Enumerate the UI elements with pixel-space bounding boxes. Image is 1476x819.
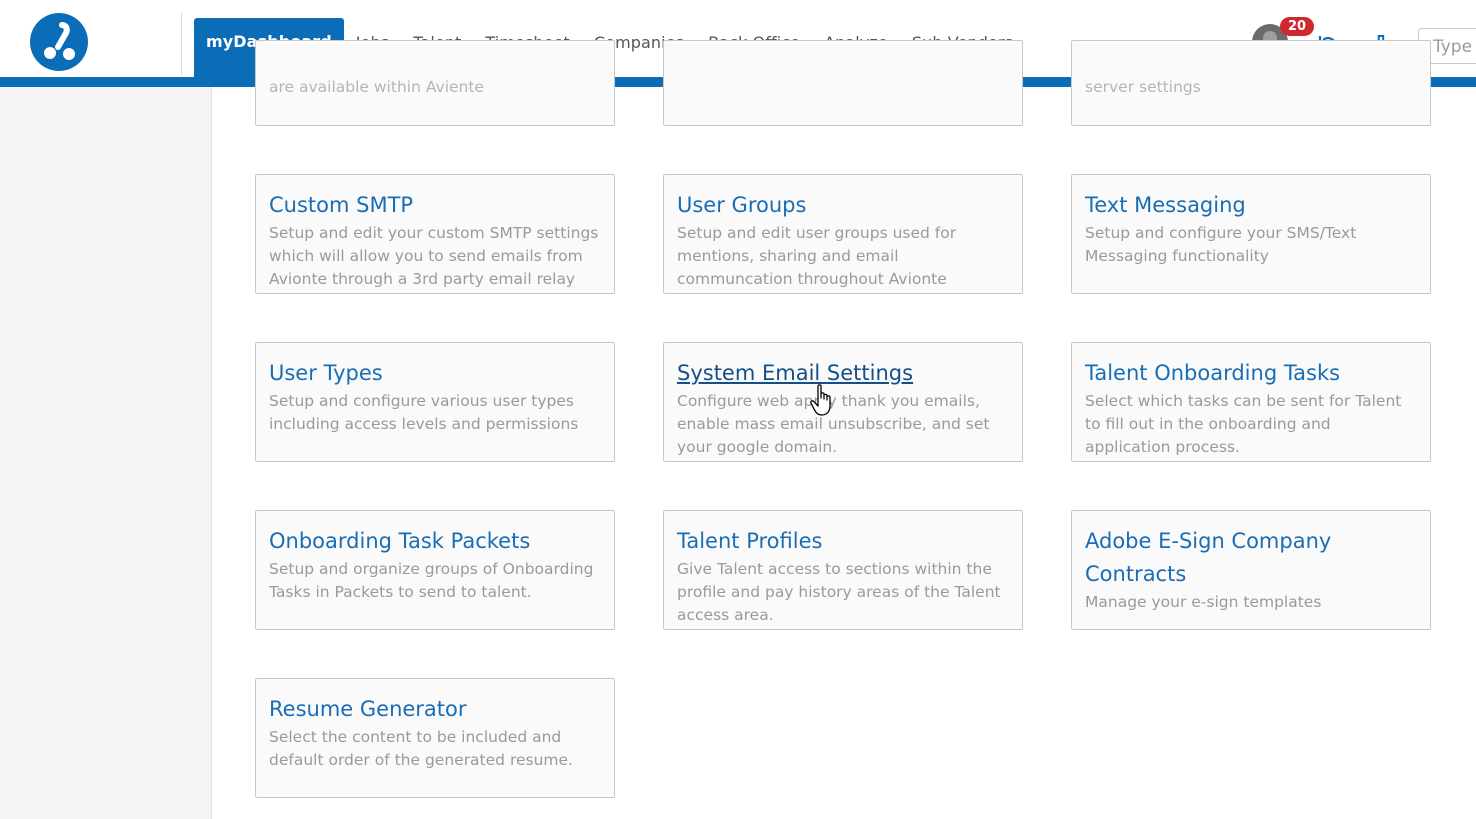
settings-card-resume-generator[interactable]: Resume Generator Select the content to b…	[255, 678, 615, 798]
card-title[interactable]: User Groups	[677, 189, 1010, 222]
settings-card-talent-profiles[interactable]: Talent Profiles Give Talent access to se…	[663, 510, 1023, 630]
settings-card-user-types[interactable]: User Types Setup and configure various u…	[255, 342, 615, 462]
card-title[interactable]: Text Messaging	[1085, 189, 1418, 222]
card-description: Setup and edit your custom SMTP settings…	[269, 224, 599, 288]
card-title[interactable]: Adobe E-Sign Company Contracts	[1085, 525, 1418, 591]
card-description: Select the content to be included and de…	[269, 728, 573, 769]
nav-divider	[181, 12, 182, 76]
card-cutoff-3-text: server settings	[1085, 78, 1201, 96]
overlay-spacer	[211, 0, 1476, 77]
card-title[interactable]: Resume Generator	[269, 693, 602, 726]
card-description: Setup and configure various user types i…	[269, 392, 579, 433]
left-panel	[0, 87, 212, 819]
card-title[interactable]: Talent Profiles	[677, 525, 1010, 558]
card-title[interactable]: Custom SMTP	[269, 189, 602, 222]
logo-icon[interactable]	[30, 13, 88, 71]
settings-card-onboarding-task-packets[interactable]: Onboarding Task Packets Setup and organi…	[255, 510, 615, 630]
card-title[interactable]: Onboarding Task Packets	[269, 525, 602, 558]
card-description: Give Talent access to sections within th…	[677, 560, 1001, 624]
settings-card-adobe-esign-contracts[interactable]: Adobe E-Sign Company Contracts Manage yo…	[1071, 510, 1431, 630]
card-cutoff-1-text: are available within Aviente	[269, 78, 484, 96]
card-description: Setup and configure your SMS/Text Messag…	[1085, 224, 1357, 265]
card-title[interactable]: User Types	[269, 357, 602, 390]
card-title[interactable]: System Email Settings	[677, 357, 1010, 390]
card-description: Manage your e-sign templates	[1085, 593, 1322, 611]
settings-card-talent-onboarding-tasks[interactable]: Talent Onboarding Tasks Select which tas…	[1071, 342, 1431, 462]
card-description: Setup and organize groups of Onboarding …	[269, 560, 594, 601]
card-description: Configure web apply thank you emails, en…	[677, 392, 990, 456]
settings-card-user-groups[interactable]: User Groups Setup and edit user groups u…	[663, 174, 1023, 294]
settings-card-system-email-settings[interactable]: System Email Settings Configure web appl…	[663, 342, 1023, 462]
card-description: Select which tasks can be sent for Talen…	[1085, 392, 1402, 456]
card-title[interactable]: Talent Onboarding Tasks	[1085, 357, 1418, 390]
card-description: Setup and edit user groups used for ment…	[677, 224, 957, 288]
settings-card-custom-smtp[interactable]: Custom SMTP Setup and edit your custom S…	[255, 174, 615, 294]
hand-cursor-icon	[810, 384, 831, 416]
settings-card-text-messaging[interactable]: Text Messaging Setup and configure your …	[1071, 174, 1431, 294]
